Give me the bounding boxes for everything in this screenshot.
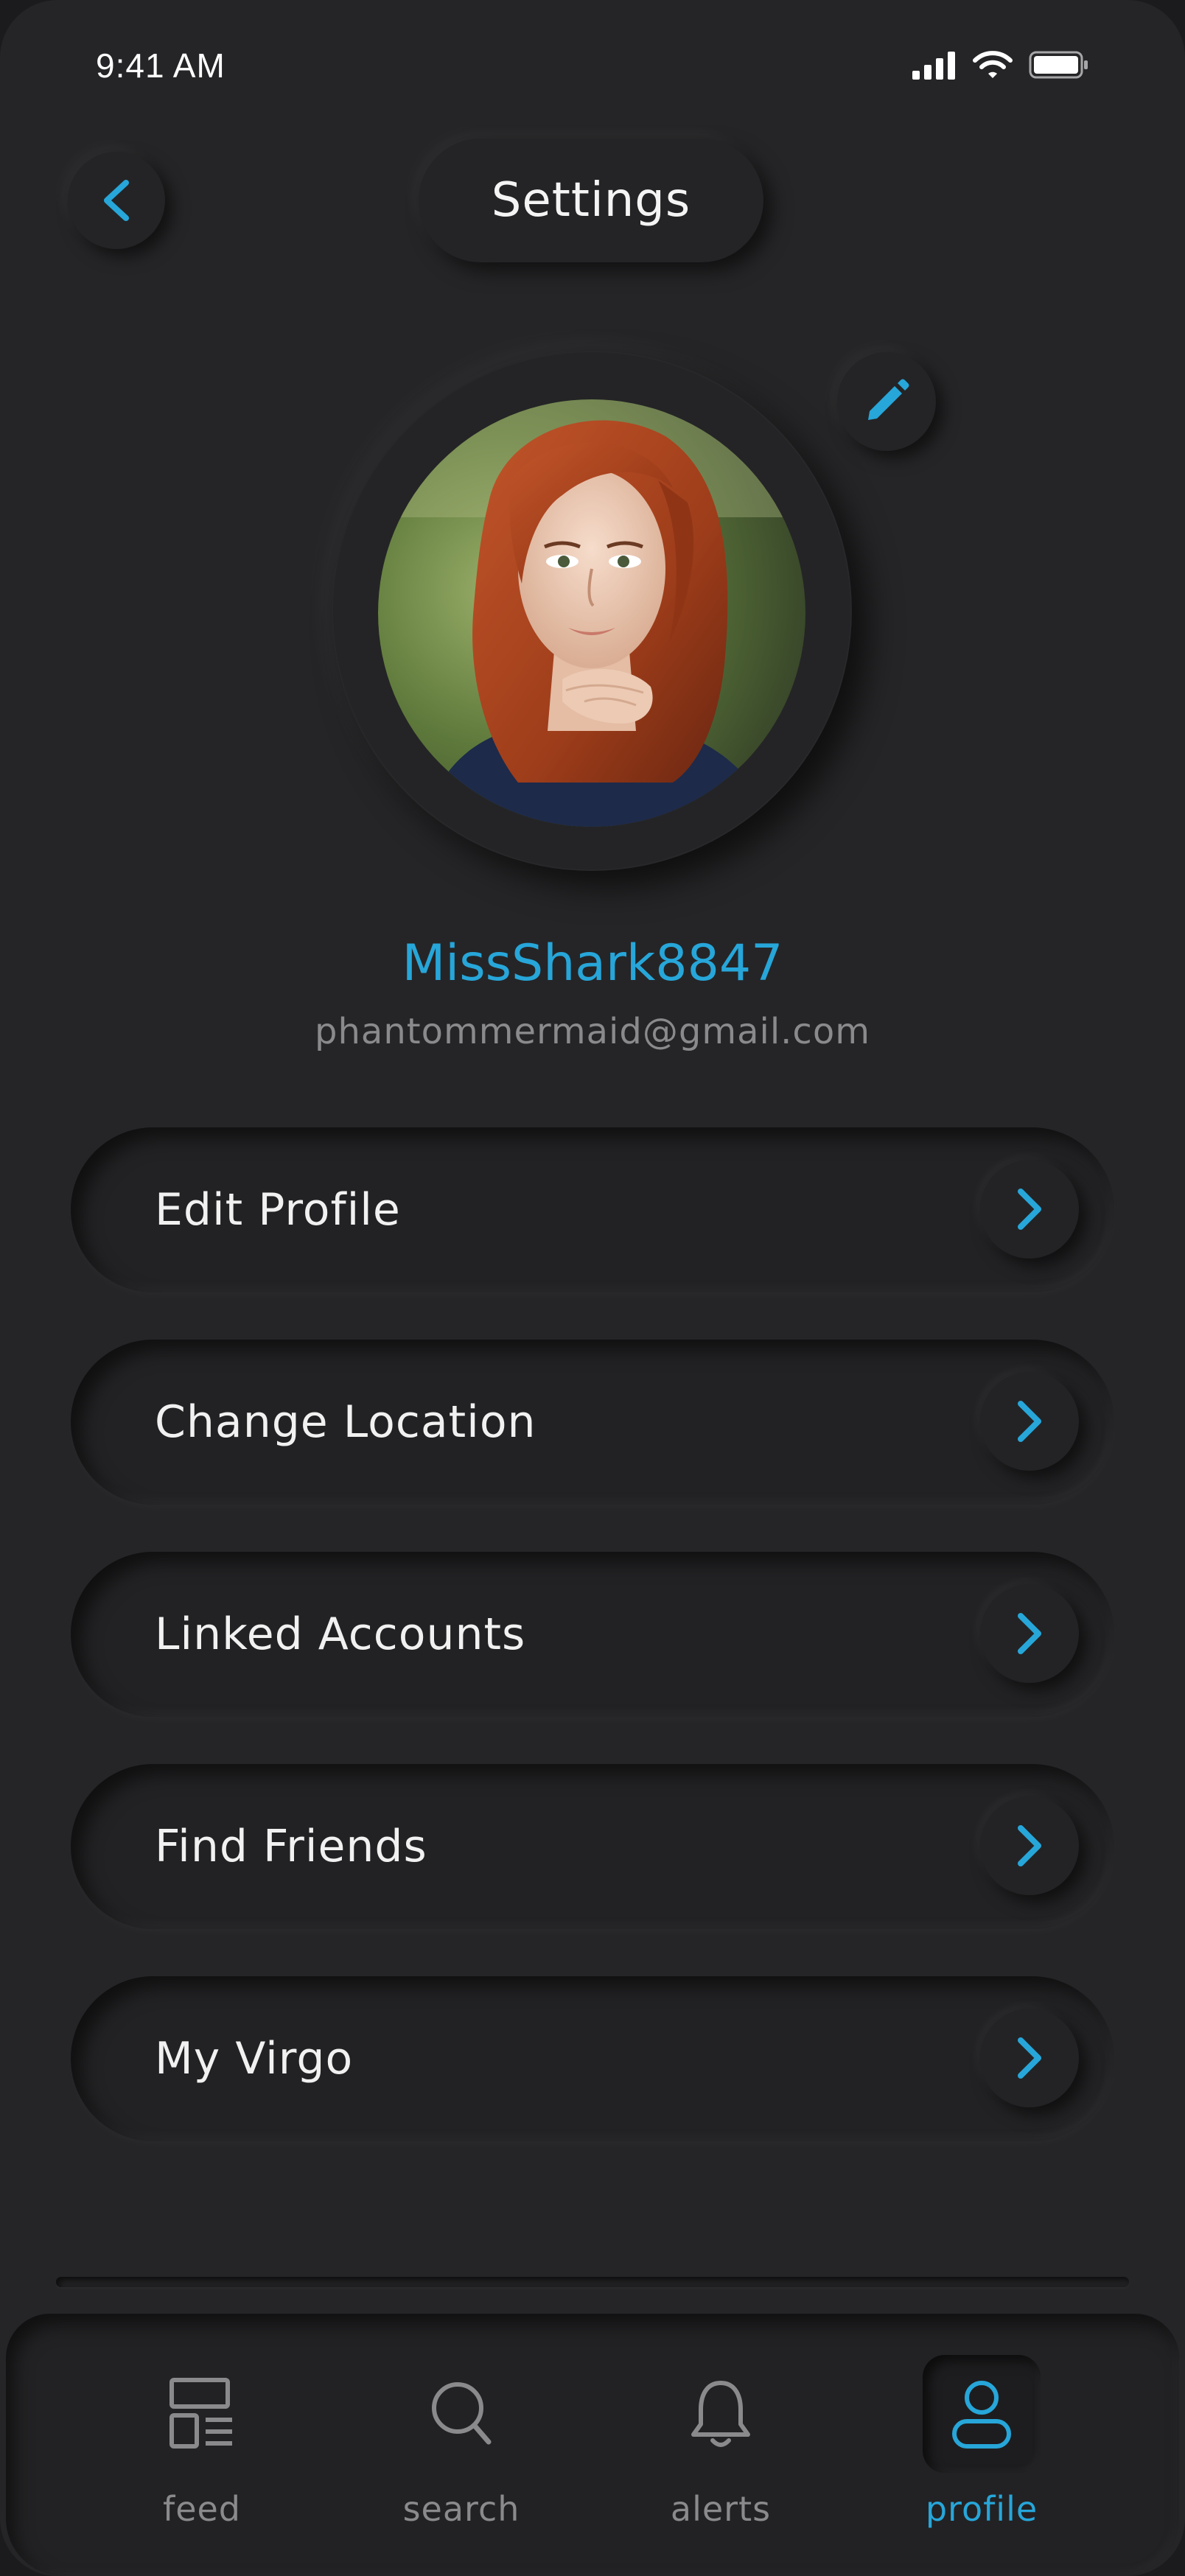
menu-item-label: Linked Accounts	[155, 1609, 526, 1660]
menu-arrow-button[interactable]	[980, 1796, 1079, 1895]
tab-profile[interactable]: profile	[901, 2355, 1063, 2547]
chevron-right-icon	[1018, 1825, 1041, 1866]
menu-item-linked-accounts[interactable]: Linked Accounts	[71, 1552, 1114, 1717]
user-icon	[952, 2381, 1011, 2449]
tab-icon-container	[662, 2355, 780, 2473]
tab-label: profile	[925, 2489, 1038, 2529]
avatar[interactable]	[378, 399, 805, 827]
tab-label: search	[402, 2489, 520, 2529]
status-icons	[912, 50, 1089, 80]
tab-label: feed	[163, 2489, 241, 2529]
menu-item-find-friends[interactable]: Find Friends	[71, 1764, 1114, 1929]
bell-icon	[691, 2381, 750, 2447]
feed-icon	[169, 2378, 232, 2449]
chevron-right-icon	[1018, 2037, 1041, 2079]
back-button[interactable]	[68, 152, 165, 249]
menu-item-edit-profile[interactable]: Edit Profile	[71, 1127, 1114, 1292]
menu-item-label: Find Friends	[155, 1821, 427, 1872]
menu-arrow-button[interactable]	[980, 1372, 1079, 1471]
menu-item-label: My Virgo	[155, 2033, 354, 2085]
wifi-icon	[973, 51, 1013, 78]
divider	[56, 2277, 1129, 2287]
tab-icon-container	[143, 2355, 261, 2473]
chevron-right-icon	[1018, 1401, 1041, 1442]
tab-icon-container	[923, 2355, 1041, 2473]
search-icon	[432, 2382, 492, 2445]
tab-icon-container	[402, 2355, 520, 2473]
cellular-signal-icon	[912, 52, 955, 80]
phone-screen: 9:41 AM Settings MissShark8847 phantomme…	[0, 0, 1185, 2576]
tab-search[interactable]: search	[380, 2355, 542, 2547]
menu-item-change-location[interactable]: Change Location	[71, 1340, 1114, 1505]
status-time: 9:41 AM	[96, 46, 226, 85]
page-title: Settings	[419, 139, 763, 262]
menu-item-my-virgo[interactable]: My Virgo	[71, 1976, 1114, 2141]
chevron-right-icon	[1018, 1613, 1041, 1654]
profile-username: MissShark8847	[402, 934, 783, 993]
profile-email: phantommermaid@gmail.com	[315, 1011, 870, 1052]
edit-avatar-button[interactable]	[837, 352, 936, 451]
tab-alerts[interactable]: alerts	[640, 2355, 802, 2547]
menu-item-label: Edit Profile	[155, 1184, 401, 1236]
menu-arrow-button[interactable]	[980, 1584, 1079, 1683]
menu-arrow-button[interactable]	[980, 1160, 1079, 1259]
tab-feed[interactable]: feed	[121, 2355, 283, 2547]
tab-label: alerts	[670, 2489, 772, 2529]
chevron-left-icon	[104, 180, 129, 221]
menu-arrow-button[interactable]	[980, 2009, 1079, 2107]
pencil-icon	[868, 379, 909, 420]
avatar-image	[378, 399, 805, 827]
battery-icon	[1029, 51, 1088, 79]
menu-item-label: Change Location	[155, 1396, 536, 1448]
chevron-right-icon	[1018, 1189, 1041, 1230]
